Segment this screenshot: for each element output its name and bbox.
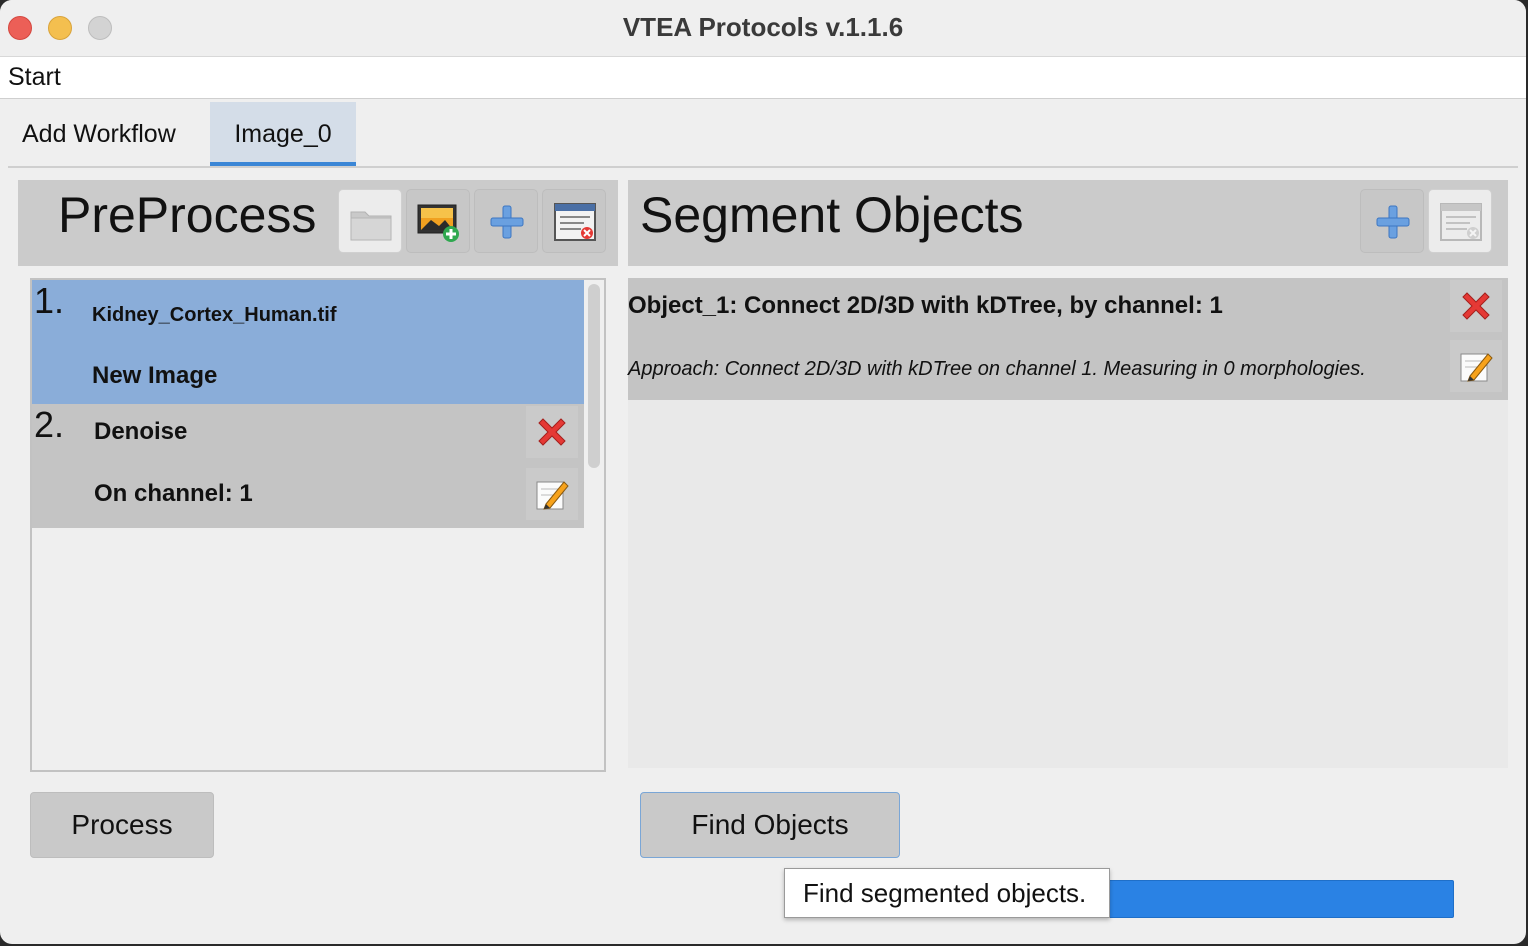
step-description: New Image [92, 362, 218, 389]
object-approach: Approach: Connect 2D/3D with kDTree on c… [628, 358, 1366, 380]
tab-image-0[interactable]: Image_0 [210, 102, 356, 166]
list-scrollbar[interactable] [588, 284, 600, 468]
object-title: Object_1: Connect 2D/3D with kDTree, by … [628, 292, 1223, 319]
delete-step-button[interactable] [526, 406, 578, 458]
clear-steps-icon [1440, 203, 1482, 241]
preprocess-step-1[interactable]: 1. Kidney_Cortex_Human.tif New Image [32, 280, 584, 404]
menu-start[interactable]: Start [8, 63, 61, 92]
segment-add-step-button[interactable] [1360, 189, 1424, 253]
segment-title: Segment Objects [640, 187, 1024, 243]
delete-object-button[interactable] [1450, 280, 1502, 332]
step-number: 2. [34, 404, 65, 445]
delete-icon [538, 418, 566, 446]
folder-icon [350, 211, 392, 241]
segment-object-1[interactable]: Object_1: Connect 2D/3D with kDTree, by … [628, 278, 1508, 400]
progress-bar [1056, 880, 1454, 918]
window-title: VTEA Protocols v.1.1.6 [622, 12, 904, 42]
step-number: 1. [34, 280, 65, 321]
preprocess-title: PreProcess [58, 187, 317, 243]
edit-icon [536, 481, 569, 510]
process-button[interactable]: Process [30, 792, 214, 858]
delete-icon [1462, 292, 1490, 320]
add-step-button[interactable] [474, 189, 538, 253]
title-bar: VTEA Protocols v.1.1.6 [0, 0, 1526, 57]
edit-object-button[interactable] [1450, 340, 1502, 392]
segment-header: Segment Objects [628, 180, 1508, 266]
edit-icon [1460, 353, 1493, 382]
menu-bar: Start [0, 57, 1526, 99]
find-objects-tooltip: Find segmented objects. [784, 868, 1110, 918]
find-objects-button[interactable]: Find Objects [640, 792, 900, 858]
clear-steps-button[interactable] [542, 189, 606, 253]
clear-steps-icon [554, 203, 596, 241]
preprocess-step-2[interactable]: 2. Denoise On channel: 1 [32, 404, 584, 528]
tab-divider [8, 166, 1518, 168]
add-image-icon [417, 204, 459, 242]
segment-clear-steps-button[interactable] [1428, 189, 1492, 253]
step-name: Denoise [94, 418, 188, 445]
step-source-file: Kidney_Cortex_Human.tif [92, 304, 337, 326]
add-image-button[interactable] [406, 189, 470, 253]
open-folder-button[interactable] [338, 189, 402, 253]
add-step-icon [1376, 205, 1410, 239]
app-window: VTEA Protocols v.1.1.6 Start Add Workflo… [0, 0, 1526, 944]
step-channel: On channel: 1 [94, 480, 253, 507]
add-step-icon [490, 205, 524, 239]
edit-step-button[interactable] [526, 468, 578, 520]
tab-add-workflow[interactable]: Add Workflow [22, 102, 176, 166]
preprocess-header: PreProcess [18, 180, 618, 266]
